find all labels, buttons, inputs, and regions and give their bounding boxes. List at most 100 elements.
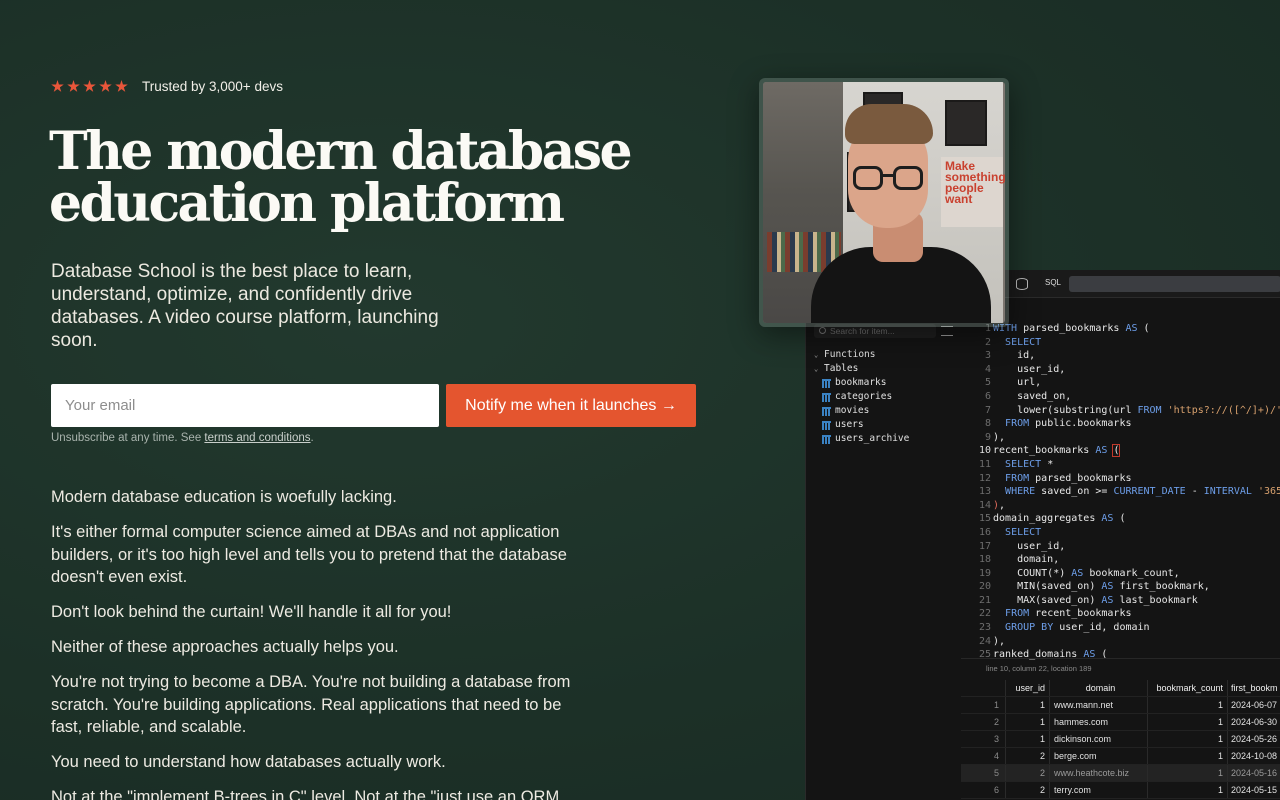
person-hair [845,104,933,144]
tree-label: Tables [824,363,859,374]
row-index: 3 [993,734,999,744]
column-header: bookmark_count [1147,680,1227,696]
paragraph: You're not trying to become a DBA. You'r… [51,673,571,737]
terms-link[interactable]: terms and conditions [204,432,310,444]
search-icon [819,327,826,334]
line-number: 12 [978,472,991,484]
table-row: 3 1 dickinson.com 1 2024-05-26 [961,731,1280,748]
line-number: 19 [978,567,991,579]
fine-print-text: Unsubscribe at any time. See [51,432,205,444]
line-number: 13 [978,486,991,498]
glasses-lens [893,166,923,190]
cell-user-id: 1 [1005,714,1049,730]
tree-label: users [835,419,864,430]
tree-item-functions: ⌄ Functions [814,348,909,362]
table-row: 1 1 www.mann.net 1 2024-06-07 [961,697,1280,714]
schema-search-placeholder: Search for item... [830,326,895,336]
paragraph: Not at the "implement B-trees in C" leve… [51,788,560,800]
row-index: 4 [993,751,999,761]
line-number: 4 [984,363,991,375]
tab-sql: SQL [1045,278,1062,287]
line-number: 20 [978,581,991,593]
star-icon [99,80,112,92]
page-title: The modern database education platform [49,126,669,230]
email-input[interactable] [51,384,439,427]
sql-editor-screenshot: SQL Search for item... ⌄ Functions ⌄ Table… [805,270,1280,800]
cell-first-bookmark: 2024-05-15 [1227,782,1280,798]
row-index: 6 [993,785,999,795]
table-row: 4 2 berge.com 1 2024-10-08 [961,748,1280,765]
paragraph: Don't look behind the curtain! We'll han… [51,603,452,622]
line-number: 24 [978,635,991,647]
line-number: 9 [984,431,991,443]
cell-bookmark-count: 1 [1147,765,1227,781]
line-number: 23 [978,622,991,634]
tree-item-table: users_archive [814,432,909,446]
cell-first-bookmark: 2024-05-16 [1227,765,1280,781]
tree-item-table: movies [814,404,909,418]
line-number: 15 [978,513,991,525]
cell-first-bookmark: 2024-06-07 [1227,697,1280,713]
line-number: 16 [978,526,991,538]
schema-tree: ⌄ Functions ⌄ Tables bookmarks categories … [814,348,909,446]
star-icon [115,80,128,92]
notify-button[interactable]: Notify me when it launches → [446,384,696,427]
paragraph: Modern database education is woefully la… [51,488,397,506]
wall-poster: Make something people want [941,157,1005,227]
tree-item-table: users [814,418,909,432]
line-number-gutter: 1 2 3 4 5 6 7 8 9 10 11 12 13 14 15 16 1… [961,322,991,662]
cell-bookmark-count: 1 [1147,782,1227,798]
cell-user-id: 2 [1005,782,1049,798]
table-row: 6 2 terry.com 1 2024-05-15 [961,782,1280,799]
hero-subtitle: Database School is the best place to lea… [51,261,439,351]
table-row: 5 2 www.heathcote.biz 1 2024-05-16 [961,765,1280,782]
rating-stars [51,80,128,93]
instructor-video[interactable]: Make something people want [759,78,1009,327]
cell-domain: www.heathcote.biz [1049,765,1147,781]
table-icon [822,434,831,444]
fine-print: Unsubscribe at any time. See terms and c… [51,432,314,444]
video-frame: Make something people want [763,82,1005,323]
signup-form: Notify me when it launches → [51,384,696,427]
cell-user-id: 1 [1005,731,1049,747]
line-number: 17 [978,540,991,552]
column-header: user_id [1005,680,1049,696]
trust-text: Trusted by 3,000+ devs [142,79,283,94]
cell-user-id: 2 [1005,748,1049,764]
chevron-down-icon: ⌄ [814,365,819,373]
results-table: user_id domain bookmark_count first_book… [961,680,1280,799]
table-icon [822,392,831,402]
cell-bookmark-count: 1 [1147,697,1227,713]
cell-domain: terry.com [1049,782,1147,798]
line-number: 8 [984,418,991,430]
headline-line-2: education platform [49,173,565,234]
line-number: 11 [978,458,991,470]
tree-item-table: bookmarks [814,376,909,390]
editor-status-bar: line 10, column 22, location 189 [961,658,1280,678]
line-number: 3 [984,350,991,362]
line-number: 10 [978,445,991,457]
glasses-lens [853,166,883,190]
star-icon [83,80,96,92]
line-number: 5 [984,377,991,389]
cell-first-bookmark: 2024-10-08 [1227,748,1280,764]
cell-user-id: 2 [1005,765,1049,781]
cell-domain: www.mann.net [1049,697,1147,713]
chevron-down-icon: ⌄ [814,351,819,359]
line-number: 14 [978,499,991,511]
paragraph: Neither of these approaches actually hel… [51,638,399,657]
cell-domain: hammes.com [1049,714,1147,730]
cell-bookmark-count: 1 [1147,714,1227,730]
star-icon [51,80,64,92]
column-header [961,680,1005,696]
cell-first-bookmark: 2024-06-30 [1227,714,1280,730]
trust-badge: Trusted by 3,000+ devs [51,79,283,94]
line-number: 21 [978,594,991,606]
toolbar-bar [1069,276,1280,292]
glasses-bridge [883,174,895,177]
schema-sidebar: Search for item... ⌄ Functions ⌄ Tables bo… [806,298,961,800]
tree-label: categories [835,391,893,402]
database-icon [1016,278,1028,290]
tree-item-tables: ⌄ Tables [814,362,909,376]
table-row: 2 1 hammes.com 1 2024-06-30 [961,714,1280,731]
